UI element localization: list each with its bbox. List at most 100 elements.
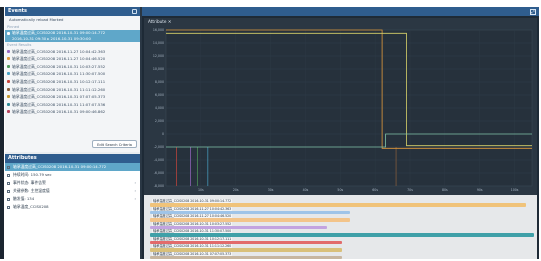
event-list-item[interactable]: 轴承温度过高_CCIS0208 2016-11-27 10:04:46.520	[5, 55, 140, 63]
x-tick-label: 90s	[477, 188, 483, 192]
event-label: 轴承温度过高_CCIS0208 2016-10-31 11:11:12.260	[12, 86, 106, 92]
attribute-item[interactable]: 轴承温度_CCIS0208	[5, 203, 140, 211]
event-list-item[interactable]: 轴承温度过高_CCIS0208 2016-10-31 11:07:07.536	[5, 101, 140, 109]
event-list-item[interactable]: 轴承温度过高_CCIS0208 2016-10-31 10:03:27.552	[5, 63, 140, 71]
y-tick-label: -2,000	[154, 145, 164, 149]
y-tick-label: 6,000	[155, 93, 164, 97]
auto-reload-label: Automatically reload Marked	[9, 17, 64, 22]
event-color-icon	[7, 57, 10, 61]
x-tick-label: 20s	[233, 188, 239, 192]
attribute-item[interactable]: 轴承温度过高_CCIS0208 2016-10-31 09:00:14.772	[5, 163, 140, 171]
attribute-label: 持续时间: 150.79 sec	[13, 172, 52, 177]
chart-tab-title[interactable]: Attribute ✕	[148, 19, 171, 24]
events-panel-header: Events	[5, 7, 140, 16]
event-color-icon	[7, 64, 10, 68]
attribute-label: 关键参数: 主控温度值	[13, 188, 50, 193]
selected-event[interactable]: 轴承温度过高_CCIS0208 2016-10-31 09:00:14.772 …	[5, 29, 140, 42]
y-tick-label: 2,000	[155, 119, 164, 123]
events-title: Events	[8, 8, 27, 14]
attributes-panel: 轴承温度过高_CCIS0208 2016-10-31 09:00:14.772 持…	[5, 163, 140, 261]
attribute-label: 轴承温度_CCIS0208	[13, 204, 49, 209]
event-label: 轴承温度过高_CCIS0208 2016-10-31 09:00:46.862	[12, 109, 106, 115]
attribute-icon	[7, 197, 10, 201]
timeline-bar-label: 轴承温度过高_CCIS0208 2016-10-31 10:12:17.111	[152, 236, 233, 241]
attribute-icon	[7, 165, 10, 169]
attribute-label: 事件状态: 事件告警	[13, 180, 46, 185]
event-color-icon	[7, 31, 10, 35]
x-tick-label: 60s	[372, 188, 378, 192]
timeline-bar-label: 轴承温度过高_CCIS0208 2016-10-31 10:03:27.552	[152, 221, 233, 226]
event-list-item[interactable]: 轴承温度过高_CCIS0208 2016-10-31 11:30:07.500	[5, 70, 140, 78]
event-color-icon	[7, 87, 10, 91]
event-color-icon	[7, 79, 10, 83]
event-color-icon	[7, 49, 10, 53]
y-tick-label: 16,000	[153, 28, 164, 32]
event-list-item[interactable]: 轴承温度过高_CCIS0208 2016-10-31 07:07:05.373	[5, 93, 140, 101]
event-label: 轴承温度过高_CCIS0208 2016-10-31 10:12:17.111	[12, 78, 106, 84]
y-tick-label: 8,000	[155, 80, 164, 84]
chevron-right-icon[interactable]: ›	[134, 187, 136, 195]
timeline-bar-label: 轴承温度过高_CCIS0208 2016-11-27 10:04:46.520	[152, 214, 233, 218]
trend-chart[interactable]: 16,000 14,000 12,000 10,000 8,000 6,000 4,000 2…	[144, 18, 537, 197]
timeline-bar-label: 轴承温度过高_CCIS0208 2016-10-31 07:07:05.373	[152, 251, 233, 256]
auto-reload-option[interactable]: Automatically reload Marked	[5, 16, 140, 24]
attribute-label: 触发值: 134	[13, 196, 35, 201]
timeline-bar-label: 轴承温度过高_CCIS0208 2016-11-27 10:04:42.363	[152, 206, 233, 211]
y-tick-label: 14,000	[153, 41, 164, 45]
y-tick-label: 0	[162, 132, 164, 136]
event-color-icon	[7, 72, 10, 76]
attribute-item[interactable]: 触发值: 134 ›	[5, 195, 140, 203]
event-label: 轴承温度过高_CCIS0208 2016-10-31 07:07:05.373	[12, 94, 106, 100]
event-list-item[interactable]: 轴承温度过高_CCIS0208 2016-10-31 10:12:17.111	[5, 78, 140, 86]
attribute-icon	[7, 173, 10, 177]
attribute-label: 轴承温度过高_CCIS0208 2016-10-31 09:00:14.772	[13, 164, 107, 169]
event-color-icon	[7, 110, 10, 114]
attributes-title: Attributes	[8, 155, 37, 161]
y-tick-label: -6,000	[154, 171, 164, 175]
event-list-item[interactable]: 轴承温度过高_CCIS0208 2016-10-31 09:00:46.862	[5, 108, 140, 116]
events-panel: Automatically reload Marked Pinned 轴承温度过…	[5, 16, 140, 152]
selected-event-range: 2016-10-31 09:30 ▸ 2016-10-31 09:30:00	[12, 35, 91, 41]
event-list: 轴承温度过高_CCIS0208 2016-11-27 10:04:42.363 轴…	[5, 48, 140, 116]
x-tick-label: 30s	[268, 188, 274, 192]
event-color-icon	[7, 102, 10, 106]
attribute-item[interactable]: 关键参数: 主控温度值 ›	[5, 187, 140, 195]
event-label: 轴承温度过高_CCIS0208 2016-10-31 10:03:27.552	[12, 63, 106, 69]
chevron-right-icon[interactable]: ›	[134, 179, 136, 187]
left-sidebar: Events Automatically reload Marked Pinne…	[5, 7, 140, 261]
main-area: ⤢ 16,000 14,000 12,000 10,000 8,000 6,000 4,00…	[142, 7, 539, 260]
trend-chart-panel: 16,000 14,000 12,000 10,000 8,000 6,000 4,000 2…	[144, 18, 537, 197]
x-tick-label: 10s	[198, 188, 204, 192]
attribute-item[interactable]: 持续时间: 150.79 sec	[5, 171, 140, 179]
y-tick-label: -4,000	[154, 158, 164, 162]
event-list-item[interactable]: 轴承温度过高_CCIS0208 2016-10-31 11:11:12.260	[5, 86, 140, 94]
y-tick-label: -8,000	[154, 184, 164, 188]
y-tick-label: 10,000	[153, 67, 164, 71]
attribute-item[interactable]: 事件状态: 事件告警 ›	[5, 179, 140, 187]
x-tick-label: 70s	[407, 188, 413, 192]
attributes-panel-header: Attributes	[5, 154, 140, 163]
panel-menu-icon[interactable]	[132, 9, 137, 14]
event-list-item[interactable]: 轴承温度过高_CCIS0208 2016-11-27 10:04:42.363	[5, 48, 140, 56]
attribute-icon	[7, 181, 10, 185]
edit-search-button[interactable]: Edit Search Criteria	[92, 140, 137, 148]
event-timeline: 轴承温度过高_CCIS0208 2016-10-31 09:00:14.772 轴…	[144, 195, 537, 260]
event-label: 轴承温度过高_CCIS0208 2016-10-31 11:07:07.536	[12, 101, 106, 107]
event-label: 轴承温度过高_CCIS0208 2016-11-27 10:04:46.520	[12, 56, 106, 62]
attribute-icon	[7, 189, 10, 193]
event-label: 轴承温度过高_CCIS0208 2016-11-27 10:04:42.363	[12, 48, 106, 54]
y-tick-label: 12,000	[153, 54, 164, 58]
event-label: 轴承温度过高_CCIS0208 2016-10-31 11:30:07.500	[12, 71, 106, 77]
event-color-icon	[7, 95, 10, 99]
expand-icon[interactable]: ⤢	[530, 8, 536, 15]
x-tick-label: 80s	[442, 188, 448, 192]
x-tick-label: 100s	[511, 188, 519, 192]
timeline-bar-label: 轴承温度过高_CCIS0208 2016-10-31 11:30:07.500	[152, 229, 233, 233]
main-toolbar: ⤢	[142, 7, 539, 16]
timeline-bar-label: 轴承温度过高_CCIS0208 2016-10-31 11:11:12.260	[152, 244, 233, 248]
timeline-bar[interactable]	[150, 255, 342, 260]
chevron-right-icon[interactable]: ›	[134, 195, 136, 203]
timeline-bar-label: 轴承温度过高_CCIS0208 2016-10-31 09:00:14.772	[152, 199, 233, 203]
x-tick-label: 40s	[303, 188, 309, 192]
window-edge	[0, 7, 4, 259]
